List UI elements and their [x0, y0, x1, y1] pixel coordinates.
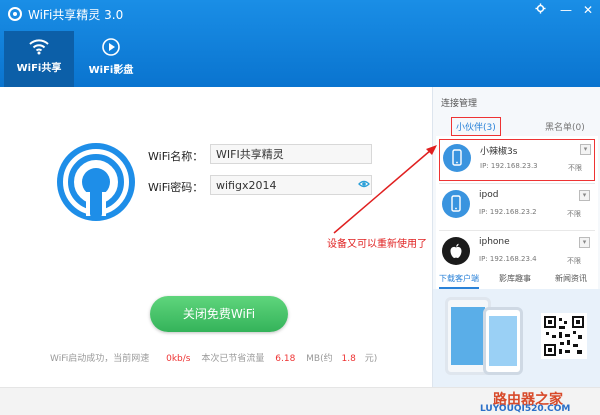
close-wifi-button[interactable]: 关闭免费WiFi [150, 296, 288, 332]
phone-image-icon [483, 307, 523, 375]
wifi-password-label: WiFi密码： [148, 181, 204, 194]
device-limit: 不限 [567, 257, 581, 265]
tab-wifi-share-label: WiFi共享 [16, 63, 62, 74]
app-logo-icon [8, 7, 22, 21]
status-text: WiFi启动成功，当前网速 0kb/s 本次已节省流量 6.18 MB(约 1.… [50, 351, 377, 364]
divider [439, 230, 595, 231]
connection-panel: 连接管理 小伙伴(3) 黑名单(0) 小辣椒3s IP: 192.168.23.… [432, 87, 600, 387]
wifi-logo-icon [57, 143, 135, 221]
tab-partners[interactable]: 小伙伴(3) [451, 117, 501, 136]
device-name: iphone [479, 237, 510, 247]
title-bar: WiFi共享精灵 3.0 — ✕ WiFi共享 WiFi影盘 [0, 0, 600, 87]
device-item[interactable]: ipod IP: 192.168.23.2 不限 ▾ [439, 186, 595, 228]
saved-label: 本次已节省流量 [201, 354, 265, 364]
wifi-name-input[interactable] [210, 144, 372, 164]
chevron-down-icon[interactable]: ▾ [579, 190, 590, 201]
device-name: ipod [479, 190, 499, 200]
money-value: 1.8 [341, 354, 356, 364]
device-ip: IP: 192.168.23.2 [479, 208, 537, 216]
apple-icon [442, 237, 470, 265]
device-name: 小辣椒3s [480, 147, 518, 157]
tab-blacklist[interactable]: 黑名单(0) [545, 120, 585, 133]
qr-code-icon [541, 313, 587, 359]
tab-wifi-disk[interactable]: WiFi影盘 [76, 31, 146, 87]
wifi-password-input[interactable] [210, 175, 372, 195]
device-ip: IP: 192.168.23.4 [479, 255, 537, 263]
tab-wifi-share[interactable]: WiFi共享 [4, 31, 74, 87]
gear-icon[interactable] [532, 3, 548, 17]
info-tabs: 下载客户端 影库趣事 新闻资讯 [433, 269, 600, 289]
device-limit: 不限 [568, 164, 582, 172]
minimize-button[interactable]: — [558, 3, 574, 17]
status-prefix: WiFi启动成功，当前网速 [50, 354, 150, 364]
device-ip: IP: 192.168.23.3 [480, 162, 538, 170]
tab-news[interactable]: 新闻资讯 [555, 273, 587, 284]
tab-wifi-disk-label: WiFi影盘 [88, 65, 134, 76]
connection-title: 连接管理 [441, 99, 478, 109]
chevron-down-icon[interactable]: ▾ [579, 237, 590, 248]
device-limit: 不限 [567, 210, 581, 218]
tab-download-client[interactable]: 下载客户端 [439, 273, 479, 289]
money-unit: 元) [364, 354, 378, 364]
wifi-icon [29, 39, 49, 55]
saved-unit: MB(约 [306, 354, 333, 364]
promo-banner[interactable] [433, 289, 600, 387]
play-icon [102, 38, 120, 56]
close-button[interactable]: ✕ [580, 3, 596, 17]
phone-icon [442, 190, 470, 218]
speed-value: 0kb/s [166, 354, 191, 364]
phone-icon [443, 144, 471, 172]
divider [439, 183, 595, 184]
tab-movie-news[interactable]: 影库趣事 [499, 273, 531, 284]
window-title: WiFi共享精灵 3.0 [28, 8, 124, 22]
wifi-name-label: WiFi名称： [148, 150, 204, 163]
eye-icon[interactable] [358, 178, 370, 190]
annotation-text: 设备又可以重新使用了 [327, 239, 427, 250]
chevron-down-icon[interactable]: ▾ [580, 144, 591, 155]
device-item[interactable]: 小辣椒3s IP: 192.168.23.3 不限 ▾ [439, 139, 595, 181]
saved-value: 6.18 [275, 354, 296, 364]
watermark-en: LUYOUQI520.COM [480, 404, 571, 414]
